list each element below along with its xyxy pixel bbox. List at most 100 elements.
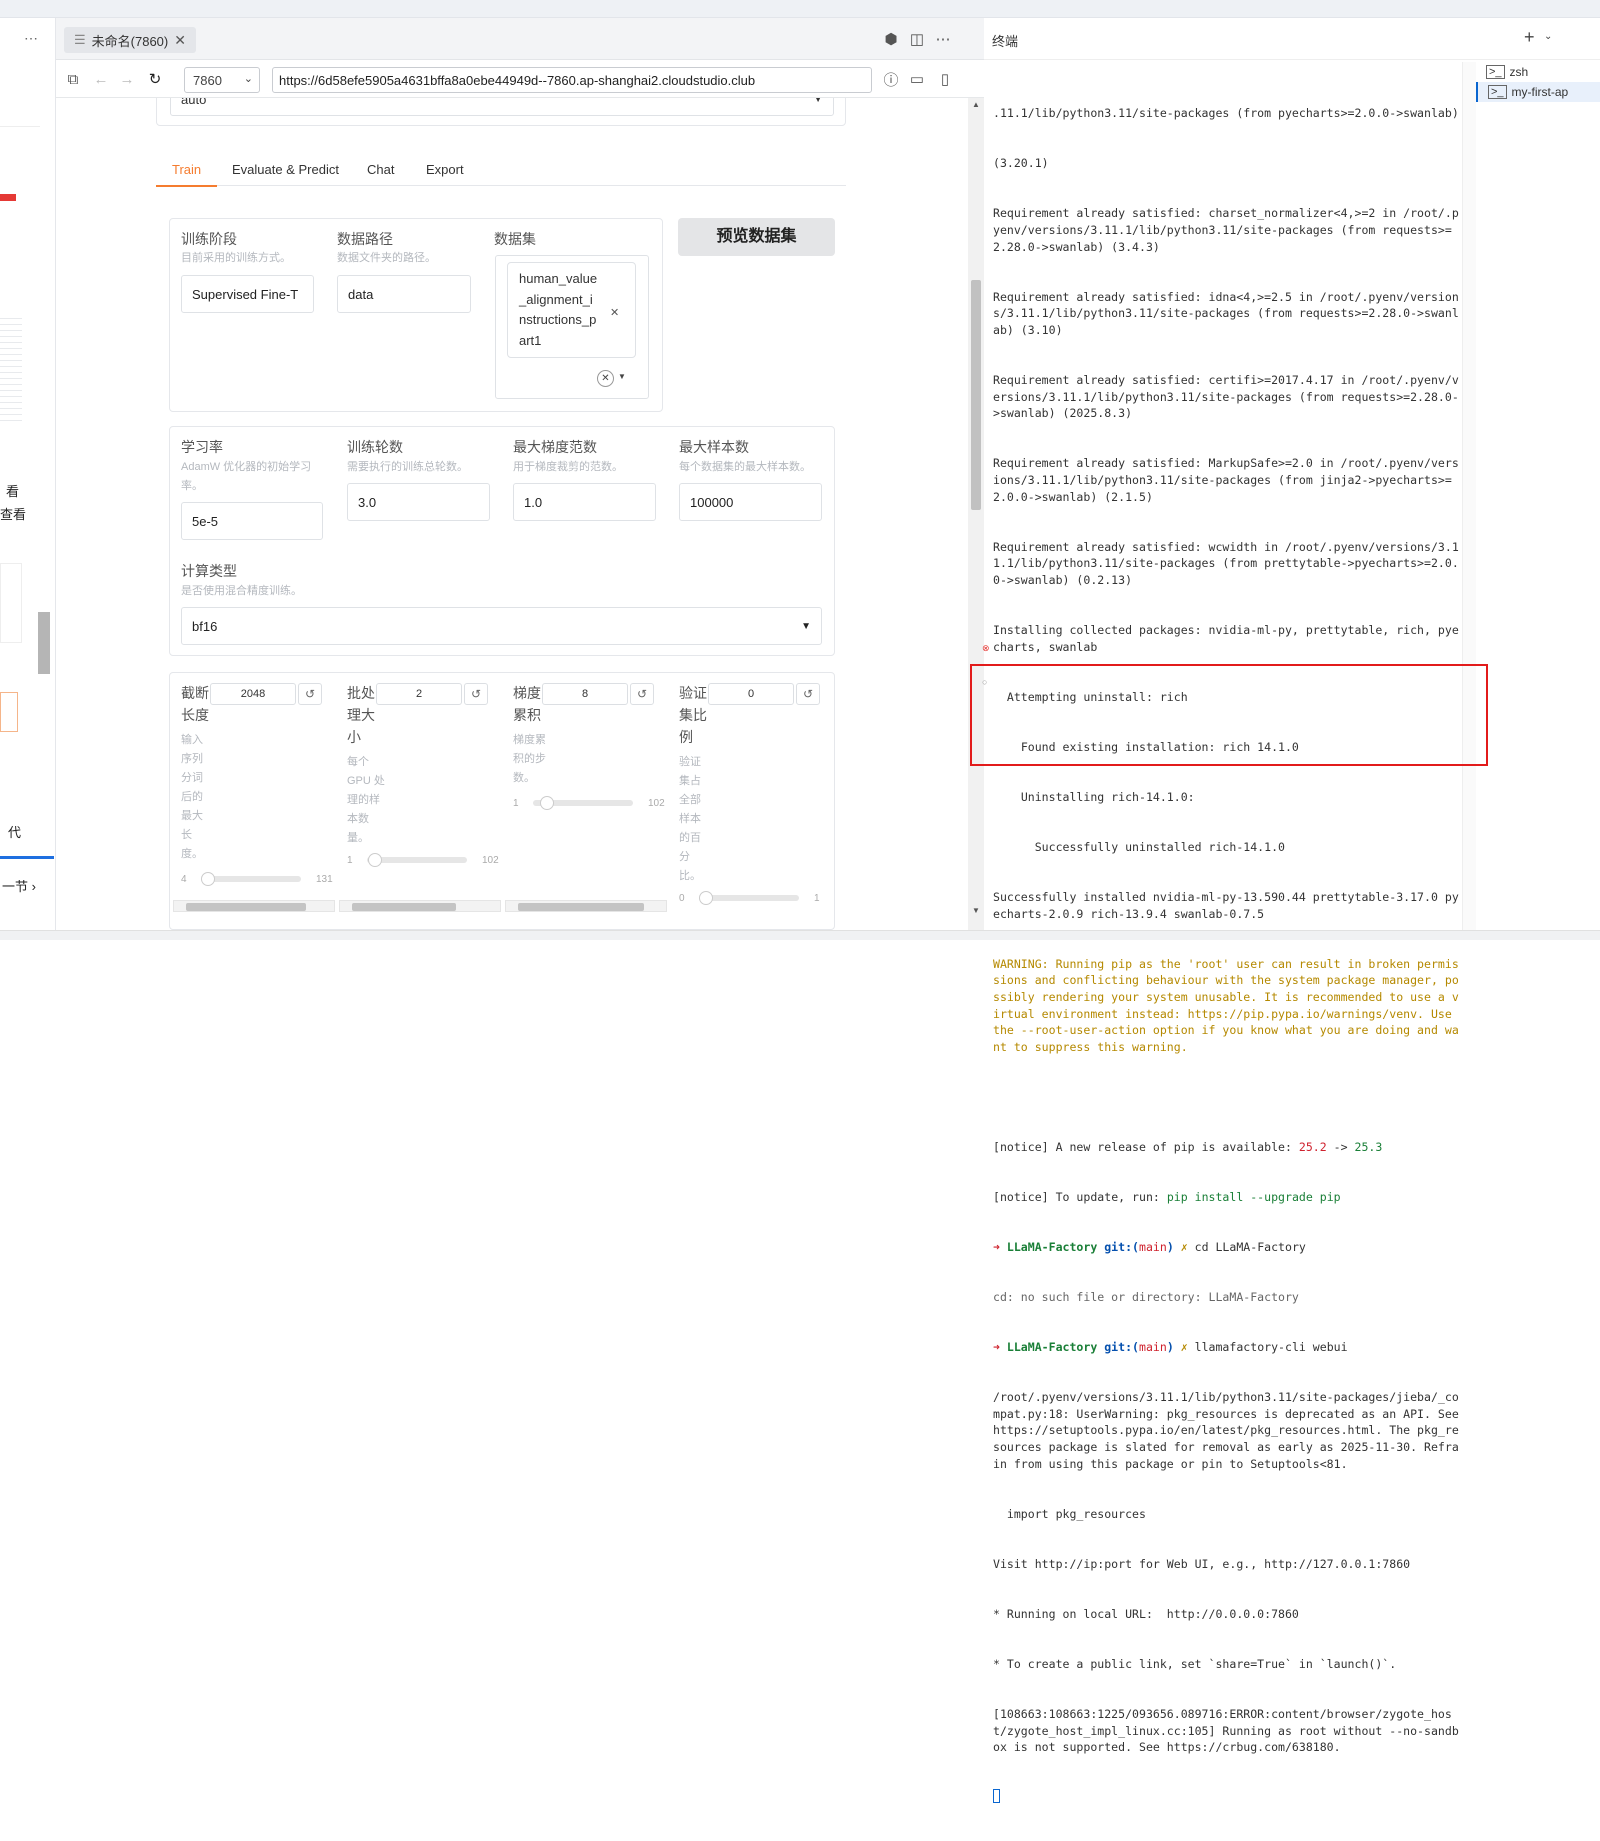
cutoff-hint: 度。 bbox=[181, 848, 203, 860]
hscroll-3[interactable] bbox=[505, 900, 667, 912]
batch-hint: 每个 bbox=[347, 756, 369, 768]
clear-icon[interactable]: ✕ bbox=[597, 370, 614, 387]
scroll-thumb[interactable] bbox=[971, 280, 981, 510]
caret-down-icon[interactable]: ▼ bbox=[618, 372, 626, 381]
left-text-2: 查看 bbox=[0, 507, 27, 522]
settings-icon[interactable]: ⬢ bbox=[882, 30, 900, 48]
browser-tab[interactable]: ☰ 未命名(7860) ✕ bbox=[64, 27, 196, 53]
chip-line: nstructions_p bbox=[519, 312, 597, 327]
devices-icon[interactable]: ▭ bbox=[908, 70, 926, 88]
add-terminal-icon[interactable]: + bbox=[1524, 27, 1535, 48]
lr-input[interactable]: 5e-5 bbox=[181, 502, 323, 540]
reset-icon[interactable]: ↺ bbox=[464, 683, 488, 705]
terminal-scrollbar[interactable] bbox=[1462, 62, 1476, 930]
help-icon[interactable]: ⓘ bbox=[882, 70, 900, 89]
url-input[interactable]: https://6d58efe5905a4631bffa8a0ebe44949d… bbox=[272, 67, 872, 93]
terminal-line: Requirement already satisfied: MarkupSaf… bbox=[993, 456, 1459, 504]
scroll-down-icon[interactable]: ▼ bbox=[972, 906, 980, 915]
split-view-icon[interactable]: ◫ bbox=[908, 30, 926, 48]
preview-dataset-button[interactable]: 预览数据集 bbox=[678, 218, 835, 256]
cutoff-slider-handle[interactable] bbox=[201, 872, 215, 886]
accum-min-label: 1 bbox=[513, 798, 519, 809]
tab-train[interactable]: Train bbox=[172, 162, 201, 177]
batch-number-input[interactable]: 2 bbox=[376, 683, 462, 705]
max-samples-input[interactable]: 100000 bbox=[679, 483, 822, 521]
session-item[interactable]: >_ zsh bbox=[1476, 62, 1600, 82]
terminal-line: * To create a public link, set `share=Tr… bbox=[993, 1656, 1397, 1671]
top-select[interactable]: auto ▼ bbox=[170, 98, 834, 116]
stage-label: 训练阶段 bbox=[181, 231, 237, 247]
cutoff-hint: 输入 bbox=[181, 734, 203, 746]
bottom-bar bbox=[0, 930, 1600, 940]
chip-remove-icon[interactable]: ✕ bbox=[610, 303, 619, 324]
val-number-input[interactable]: 0 bbox=[708, 683, 794, 705]
more-icon[interactable]: ⋯ bbox=[934, 30, 952, 48]
terminal-line: Uninstalling rich-14.1.0: bbox=[993, 789, 1195, 804]
max-samples-hint: 每个数据集的最大样本数。 bbox=[679, 461, 811, 473]
terminal-line: [108663:108663:1225/093656.089716:ERROR:… bbox=[993, 1706, 1459, 1755]
cutoff-hint: 分词 bbox=[181, 772, 203, 784]
chevron-down-icon[interactable]: ⌄ bbox=[1544, 31, 1552, 42]
dataset-dir-input[interactable]: data bbox=[337, 275, 471, 313]
error-line: cd: no such file or directory: LLaMA-Fac… bbox=[993, 1290, 1299, 1305]
tab-bar: ☰ 未命名(7860) ✕ ⬢ ◫ ⋯ bbox=[56, 18, 984, 60]
scroll-up-icon[interactable]: ▲ bbox=[972, 100, 980, 109]
dataset-dir-hint: 数据文件夹的路径。 bbox=[337, 252, 436, 264]
port-select[interactable]: 7860 ⌄ bbox=[184, 67, 260, 93]
grad-norm-hint: 用于梯度裁剪的范数。 bbox=[513, 461, 623, 473]
stage-dropdown[interactable]: Supervised Fine-T bbox=[181, 275, 314, 313]
open-external-icon[interactable]: ⧉ bbox=[64, 70, 82, 88]
forward-icon[interactable]: → bbox=[118, 70, 136, 88]
session-item-active[interactable]: >_ my-first-ap bbox=[1476, 82, 1600, 102]
page-scrollbar[interactable]: ▲ ▼ bbox=[968, 98, 984, 930]
left-blue-bar bbox=[0, 856, 54, 859]
compute-type-select[interactable]: bf16 ▼ bbox=[181, 607, 822, 645]
main-tabs: Train Evaluate & Predict Chat Export bbox=[156, 156, 846, 187]
terminal-line: Visit http://ip:port for Web UI, e.g., h… bbox=[993, 1556, 1411, 1571]
close-icon[interactable]: ✕ bbox=[174, 32, 186, 49]
webui-content: auto ▼ Train Evaluate & Predict Chat Expo… bbox=[56, 98, 968, 930]
batch-label: 理大 bbox=[347, 707, 375, 723]
left-text-3: 代 bbox=[8, 825, 22, 840]
val-max-label: 1 bbox=[814, 893, 820, 904]
left-scrollbar[interactable] bbox=[38, 612, 50, 674]
tab-evaluate[interactable]: Evaluate & Predict bbox=[232, 162, 339, 177]
hscroll-1[interactable] bbox=[173, 900, 335, 912]
terminal-line: /root/.pyenv/versions/3.11.1/lib/python3… bbox=[993, 1390, 1466, 1471]
reload-icon[interactable]: ↻ bbox=[146, 70, 164, 88]
cutoff-hint: 长 bbox=[181, 829, 192, 841]
left-thumb-orange bbox=[0, 692, 18, 732]
chevron-down-icon: ⌄ bbox=[243, 73, 253, 85]
batch-slider[interactable] bbox=[367, 857, 467, 863]
cutoff-label: 截断 bbox=[181, 685, 209, 701]
terminal-line: Requirement already satisfied: idna<4,>=… bbox=[993, 289, 1459, 338]
val-label: 集比 bbox=[679, 707, 707, 723]
terminal-output[interactable]: .11.1/lib/python3.11/site-packages (from… bbox=[993, 72, 1463, 1841]
val-slider-handle[interactable] bbox=[699, 891, 713, 905]
terminal-line: Requirement already satisfied: charset_n… bbox=[993, 206, 1459, 254]
accum-number-input[interactable]: 8 bbox=[542, 683, 628, 705]
batch-slider-handle[interactable] bbox=[368, 853, 382, 867]
left-next-link[interactable]: 一节 › bbox=[2, 876, 36, 895]
terminal-line: .11.1/lib/python3.11/site-packages (from… bbox=[993, 106, 1459, 121]
tab-export[interactable]: Export bbox=[426, 162, 464, 177]
tab-chat[interactable]: Chat bbox=[367, 162, 394, 177]
accum-label: 梯度 bbox=[513, 685, 541, 701]
val-slider[interactable] bbox=[699, 895, 799, 901]
mobile-icon[interactable]: ▯ bbox=[936, 70, 954, 88]
accum-slider-handle[interactable] bbox=[540, 796, 554, 810]
grad-norm-input[interactable]: 1.0 bbox=[513, 483, 656, 521]
cutoff-slider[interactable] bbox=[201, 876, 301, 882]
pip-warning: WARNING: Running pip as the 'root' user … bbox=[993, 956, 1459, 1054]
reset-icon[interactable]: ↺ bbox=[298, 683, 322, 705]
more-icon[interactable]: ⋯ bbox=[24, 30, 38, 47]
epochs-input[interactable]: 3.0 bbox=[347, 483, 490, 521]
back-icon[interactable]: ← bbox=[92, 70, 110, 88]
reset-icon[interactable]: ↺ bbox=[630, 683, 654, 705]
reset-icon[interactable]: ↺ bbox=[796, 683, 820, 705]
cutoff-number-input[interactable]: 2048 bbox=[210, 683, 296, 705]
accum-hint: 梯度累 bbox=[513, 734, 546, 746]
hscroll-2[interactable] bbox=[339, 900, 501, 912]
val-hint: 验证 bbox=[679, 756, 701, 768]
